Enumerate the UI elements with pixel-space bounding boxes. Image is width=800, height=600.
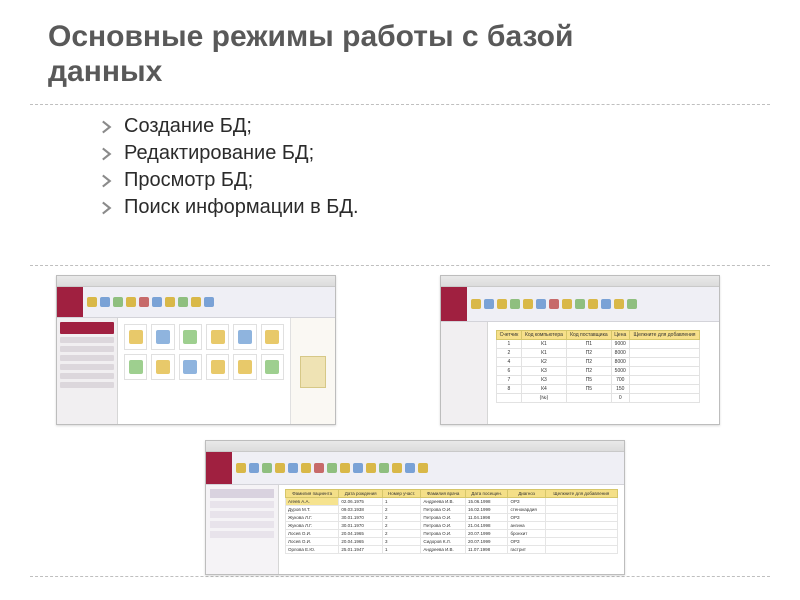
screenshot-datasheet-wide: Фамилия пациента Дата рождения Номер уча… — [205, 440, 625, 575]
data-table: Счетчик Код компьютера Код поставщика Це… — [496, 330, 700, 403]
chevron-right-icon — [100, 174, 114, 188]
col-header: Диагноз — [508, 490, 545, 498]
ribbon — [57, 287, 335, 318]
nav-header — [210, 489, 274, 498]
col-header: Дата рождения — [339, 490, 383, 498]
divider-top — [30, 104, 770, 105]
bullet-text: Редактирование БД; — [124, 142, 314, 165]
file-tab — [57, 287, 83, 317]
slide: Основные режимы работы с базой данных Со… — [0, 0, 800, 600]
screenshot-datasheet-small: Счетчик Код компьютера Код поставщика Це… — [440, 275, 720, 425]
bullet-text: Создание БД; — [124, 115, 252, 138]
window-titlebar — [206, 441, 624, 452]
col-header: Фамилия пациента — [286, 490, 339, 498]
datasheet: Счетчик Код компьютера Код поставщика Це… — [488, 322, 719, 425]
ribbon-icons — [232, 452, 624, 484]
ribbon — [441, 287, 719, 322]
col-header: Счетчик — [497, 331, 522, 340]
data-table: Фамилия пациента Дата рождения Номер уча… — [285, 489, 618, 554]
nav-item — [210, 511, 274, 518]
file-tab — [206, 452, 232, 484]
col-header: Код компьютера — [521, 331, 566, 340]
template-gallery — [118, 318, 290, 425]
bullet-list: Создание БД; Редактирование БД; Просмотр… — [100, 115, 359, 223]
col-header: Щелкните для добавления — [629, 331, 700, 340]
window-titlebar — [441, 276, 719, 287]
bullet-item: Просмотр БД; — [100, 169, 359, 192]
navigation-pane — [206, 485, 279, 575]
file-tab — [441, 287, 467, 321]
col-header: Фамилия врача — [421, 490, 466, 498]
ribbon-icons — [83, 287, 335, 317]
bullet-item: Редактирование БД; — [100, 142, 359, 165]
bullet-text: Поиск информации в БД. — [124, 196, 359, 219]
ribbon — [206, 452, 624, 485]
col-header: Цена — [611, 331, 629, 340]
slide-title: Основные режимы работы с базой данных — [48, 20, 688, 89]
divider-bottom — [30, 576, 770, 577]
screenshot-create-db — [56, 275, 336, 425]
chevron-right-icon — [100, 120, 114, 134]
window-titlebar — [57, 276, 335, 287]
nav-item — [210, 531, 274, 538]
title-line-2: данных — [48, 55, 162, 88]
datasheet: Фамилия пациента Дата рождения Номер уча… — [279, 485, 624, 575]
col-header: Дата посещен. — [465, 490, 508, 498]
chevron-right-icon — [100, 147, 114, 161]
nav-item — [210, 521, 274, 528]
nav-item — [210, 501, 274, 508]
bullet-text: Просмотр БД; — [124, 169, 253, 192]
col-header: Номер участ. — [383, 490, 421, 498]
backstage-nav — [57, 318, 118, 425]
ribbon-icons — [467, 287, 719, 321]
navigation-pane — [441, 322, 488, 425]
divider-middle — [30, 265, 770, 266]
title-line-1: Основные режимы работы с базой — [48, 20, 573, 53]
col-header: Код поставщика — [567, 331, 612, 340]
col-header: Щелкните для добавления — [545, 490, 617, 498]
bullet-item: Создание БД; — [100, 115, 359, 138]
bullet-item: Поиск информации в БД. — [100, 196, 359, 219]
preview-pane — [290, 318, 335, 425]
chevron-right-icon — [100, 201, 114, 215]
